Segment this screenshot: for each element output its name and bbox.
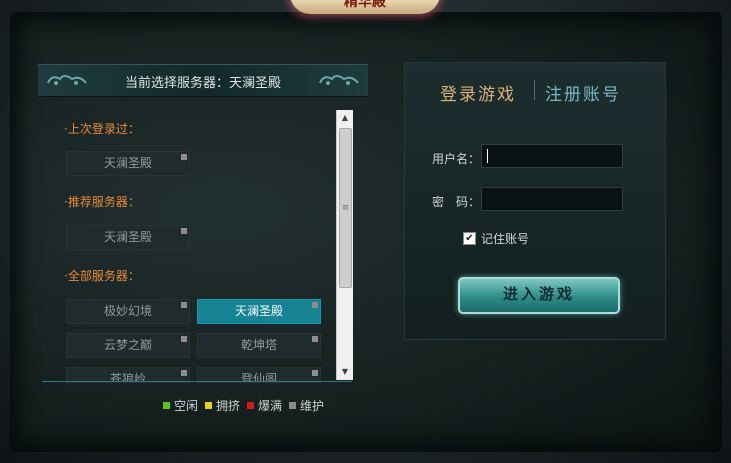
scroll-down-arrow-icon[interactable]: ▼ — [337, 364, 353, 380]
server-list-scrollbar[interactable]: ▲ ≡ ▼ — [336, 110, 353, 380]
legend-label: 维护 — [300, 399, 325, 413]
text-caret — [487, 149, 488, 163]
server-name: 云梦之巅 — [103, 338, 152, 352]
status-maintenance-icon — [181, 370, 187, 376]
divider — [42, 381, 352, 382]
full-status-icon — [247, 402, 254, 409]
server-name: 天澜圣殿 — [103, 230, 152, 244]
server-item[interactable]: 极妙幻境 — [66, 299, 190, 324]
server-item-last-login[interactable]: 天澜圣殿 — [66, 151, 190, 176]
legend-label: 爆满 — [258, 399, 283, 413]
status-maintenance-icon — [312, 370, 318, 376]
recommended-label: ·推荐服务器： — [64, 195, 140, 209]
server-name: 天澜圣殿 — [103, 156, 152, 170]
server-item-selected[interactable]: 天澜圣殿 — [197, 299, 321, 324]
status-maintenance-icon — [312, 336, 318, 342]
server-name: 乾坤塔 — [240, 338, 277, 352]
legend-idle: 空闲 — [163, 397, 198, 414]
tab-separator — [534, 80, 535, 100]
server-item[interactable]: 云梦之巅 — [66, 333, 190, 358]
status-maintenance-icon — [181, 302, 187, 308]
scroll-up-arrow-icon[interactable]: ▲ — [337, 110, 353, 126]
legend-full: 爆满 — [247, 397, 282, 414]
server-item[interactable]: 乾坤塔 — [197, 333, 321, 358]
server-item-recommended[interactable]: 天澜圣殿 — [66, 225, 190, 250]
username-input[interactable] — [481, 144, 623, 168]
legend-maintenance: 维护 — [289, 397, 324, 414]
maintenance-status-icon — [289, 402, 296, 409]
status-maintenance-icon — [181, 154, 187, 160]
last-login-label: ·上次登录过： — [64, 122, 140, 136]
password-label: 密 码： — [432, 195, 481, 209]
legend-label: 空闲 — [174, 399, 199, 413]
enter-game-button[interactable]: 进入游戏 — [458, 277, 620, 314]
username-label: 用户名： — [432, 152, 481, 166]
busy-status-icon — [205, 402, 212, 409]
status-maintenance-icon — [312, 302, 318, 308]
remember-account-checkbox[interactable]: ✔ — [463, 232, 476, 245]
tab-register-account[interactable]: 注册账号 — [545, 80, 621, 105]
idle-status-icon — [163, 402, 170, 409]
legend-label: 拥挤 — [216, 399, 241, 413]
cloud-ornament-icon — [319, 75, 359, 85]
legend-busy: 拥挤 — [205, 397, 240, 414]
password-input[interactable] — [481, 187, 623, 211]
server-header: 当前选择服务器：天澜圣殿 — [38, 64, 368, 97]
server-name: 天澜圣殿 — [234, 304, 283, 318]
status-maintenance-icon — [181, 228, 187, 234]
tab-login-game[interactable]: 登录游戏 — [440, 80, 516, 105]
status-maintenance-icon — [181, 336, 187, 342]
game-logo: 精华殿 — [290, 0, 440, 14]
scrollbar-thumb[interactable]: ≡ — [339, 128, 352, 288]
remember-account-label[interactable]: 记住账号 — [481, 230, 529, 247]
all-servers-label: ·全部服务器： — [64, 269, 140, 283]
server-name: 极妙幻境 — [103, 304, 152, 318]
